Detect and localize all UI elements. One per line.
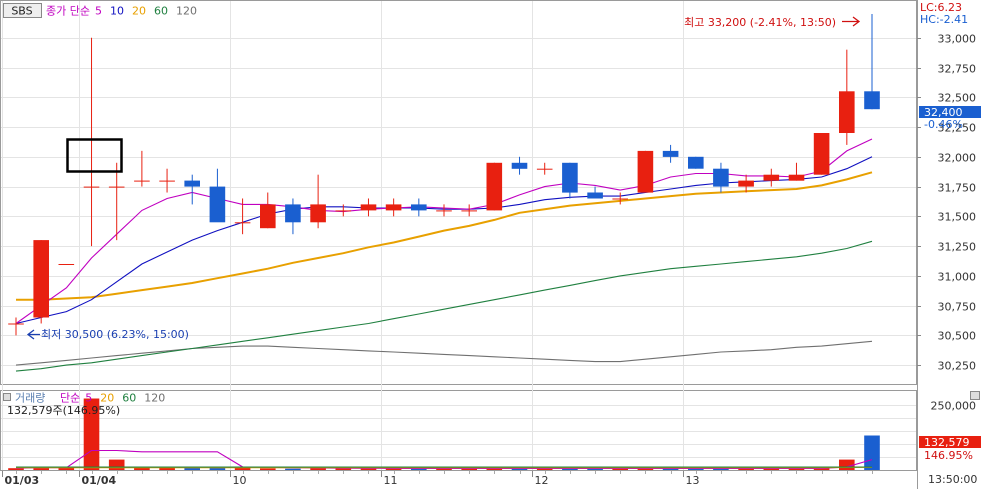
candle-body [411, 204, 427, 211]
candle-body [688, 156, 704, 169]
price-tick-label: 31,000 [938, 271, 977, 284]
candle[interactable] [33, 240, 49, 324]
price-tick-label: 31,250 [938, 241, 977, 254]
time-tick-label: 01/03 [5, 474, 40, 487]
candle-body [335, 210, 352, 212]
candle-body [58, 264, 75, 265]
symbol-label: SBS [11, 5, 32, 18]
candle-body [260, 204, 276, 229]
ma-period-120[interactable]: 120 [176, 5, 197, 18]
candle-body [486, 162, 503, 211]
candle-body [587, 192, 603, 199]
time-tick-label: 11 [384, 474, 398, 487]
price-tick-label: 30,250 [938, 360, 977, 373]
volume-panel-settings-icon[interactable] [970, 391, 980, 400]
candle[interactable] [486, 162, 503, 211]
chart-window: 30,250 30,500 30,750 31,000 31,250 31,500 31,7… [0, 0, 982, 489]
time-tick-label: 10 [233, 474, 247, 487]
candle-body [108, 186, 125, 188]
high-annotation: 최고 33,200 (-2.41%, 13:50) [684, 16, 836, 29]
current-volume-change: 146.95% [924, 449, 973, 462]
candle[interactable] [637, 150, 654, 193]
candle-body [662, 150, 679, 157]
ma-period-5[interactable]: 5 [95, 5, 102, 18]
volume-bar[interactable] [108, 459, 125, 470]
candle[interactable] [688, 156, 704, 169]
volume-bar[interactable] [864, 435, 880, 471]
price-tick-label: 30,500 [938, 330, 977, 343]
candle-body [134, 180, 150, 182]
price-panel[interactable] [0, 0, 917, 385]
candle-body [385, 204, 402, 211]
time-tick-label: 13 [686, 474, 700, 487]
price-tick-label: 30,750 [938, 301, 977, 314]
price-tick-label: 33,000 [938, 33, 977, 46]
volume-current-label: 132,579주(146.95%) [7, 404, 120, 417]
candle-body [285, 204, 301, 223]
candle-body [310, 204, 326, 223]
time-tick-label: 01/04 [82, 474, 117, 487]
price-tick-label: 31,750 [938, 182, 977, 195]
ma-period-20[interactable]: 20 [100, 392, 114, 405]
candle-body [864, 91, 880, 110]
candle-body [813, 133, 830, 175]
candle-body [33, 240, 49, 318]
low-annotation: 최저 30,500 (6.23%, 15:00) [41, 328, 189, 341]
volume-panel[interactable] [0, 390, 917, 471]
candle-body [8, 323, 24, 325]
candle-body [159, 180, 175, 182]
time-axis-area [0, 471, 917, 489]
volume-bar[interactable] [285, 468, 301, 470]
current-volume-value: 132,579 [924, 436, 970, 449]
volume-tick-label: 250,000 [931, 400, 977, 413]
candle-body [184, 180, 200, 187]
price-tick-label: 32,000 [938, 152, 977, 165]
candle-body [83, 186, 100, 188]
candle-body [562, 162, 578, 193]
candle-body [839, 91, 855, 133]
ma-period-60[interactable]: 60 [154, 5, 168, 18]
volume-axis-ticks: 250,000 [931, 400, 977, 413]
current-price-change: -0.46% [924, 118, 963, 131]
volume-title: 거래량 [15, 392, 45, 405]
ma-period-10[interactable]: 10 [110, 5, 124, 18]
volume-panel-toggle-icon[interactable] [3, 393, 11, 401]
candle-body [788, 174, 805, 181]
current-time-label: 13:50:00 [928, 473, 977, 486]
volume-ma-type-label: 단순 [60, 392, 80, 405]
candle-body [738, 180, 754, 187]
candle-body [713, 168, 729, 187]
hc-label: HC:-2.41 [920, 13, 968, 26]
time-tick-label: 12 [535, 474, 549, 487]
candle[interactable] [813, 133, 830, 175]
price-tick-label: 32,750 [938, 63, 977, 76]
candle-body [209, 186, 226, 223]
candle[interactable] [58, 264, 75, 265]
ma-period-20[interactable]: 20 [132, 5, 146, 18]
candle-body [360, 204, 377, 211]
price-tick-label: 32,500 [938, 92, 977, 105]
ma-period-60[interactable]: 60 [122, 392, 136, 405]
ma-type-label: 종가 단순 [46, 5, 90, 18]
stock-chart[interactable]: 30,250 30,500 30,750 31,000 31,250 31,500 31,7… [0, 0, 982, 489]
candle-body [637, 150, 654, 193]
candle-body [511, 162, 528, 169]
candle-body [763, 174, 780, 181]
ma-period-5[interactable]: 5 [85, 392, 92, 405]
volume-bar[interactable] [260, 468, 276, 470]
candle-body [461, 210, 477, 212]
candle-body [612, 198, 628, 200]
price-tick-label: 31,500 [938, 211, 977, 224]
candle-body [234, 222, 251, 224]
candle-body [436, 210, 452, 212]
candle-body [536, 168, 553, 170]
ma-period-120[interactable]: 120 [144, 392, 165, 405]
